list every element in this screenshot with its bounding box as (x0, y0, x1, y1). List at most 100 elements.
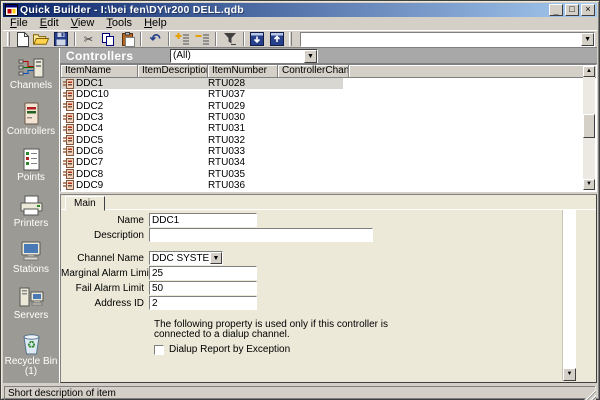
channels-icon (16, 56, 46, 80)
table-row[interactable]: DDC9RTU036 (61, 180, 596, 191)
undo-button[interactable]: ↶ (145, 31, 165, 47)
table-row[interactable]: DDC8RTU035 (61, 168, 596, 179)
add-item-button[interactable] (173, 31, 193, 47)
chevron-down-icon[interactable]: ▼ (581, 33, 594, 46)
name-field[interactable] (149, 213, 257, 227)
scroll-up-icon[interactable]: ▲ (583, 66, 595, 77)
save-button[interactable] (51, 31, 71, 47)
channel-name-value: DDC SYSTEM (150, 253, 210, 264)
controllers-icon (16, 102, 46, 126)
sidebar-item-label: Channels (4, 81, 58, 91)
filter-value: (All) (171, 50, 304, 62)
toolbar-separator (140, 32, 142, 46)
filter-button[interactable] (220, 31, 240, 47)
panel-scroll-down-icon[interactable]: ▼ (563, 368, 576, 381)
sidebar-item-channels[interactable]: Channels (3, 56, 59, 91)
menu-tools[interactable]: Tools (100, 17, 138, 30)
cut-button[interactable]: ✂ (79, 31, 99, 47)
table-row[interactable]: DDC5RTU032 (61, 134, 596, 145)
chevron-down-icon[interactable]: ▼ (304, 50, 317, 63)
copy-button[interactable] (98, 31, 118, 47)
name-label: Name (61, 215, 149, 226)
table-row[interactable]: DDC1 RTU028 (61, 78, 596, 89)
maximize-button[interactable]: □ (565, 4, 579, 16)
controller-item-icon (63, 113, 74, 123)
menu-file[interactable]: File (4, 17, 34, 30)
item-name: DDC2 (76, 101, 103, 112)
address-id-label: Address ID (61, 298, 149, 309)
chevron-down-icon[interactable]: ▼ (210, 252, 222, 264)
table-row[interactable]: DDC7RTU034 (61, 157, 596, 168)
controller-item-icon (63, 90, 74, 100)
panel-vertical-scrollbar[interactable]: ▼ (562, 210, 576, 381)
controller-item-icon (63, 169, 74, 179)
channel-name-select[interactable]: DDC SYSTEM▼ (149, 251, 223, 265)
address-id-field[interactable] (149, 296, 257, 310)
column-header-3[interactable]: ControllerChann... (278, 65, 349, 78)
download-button[interactable] (248, 31, 268, 47)
controller-item-icon (63, 180, 74, 190)
column-header-1[interactable]: ItemDescription (138, 65, 208, 78)
table-row[interactable]: DDC6 RTU033 (61, 146, 596, 157)
field-row-marginal-alarm-limit: Marginal Alarm Limit (61, 266, 596, 280)
item-name-cell: DDC6 (61, 146, 138, 157)
column-header-2[interactable]: ItemNumber (208, 65, 278, 78)
close-button[interactable]: × (581, 4, 595, 16)
table-row[interactable]: DDC2RTU029 (61, 101, 596, 112)
field-row-name: Name (61, 213, 596, 227)
sidebar-item-points[interactable]: Points (3, 148, 59, 183)
window-title: Quick Builder - I:\bei fen\DY\r200 DELL.… (20, 4, 547, 16)
toolbar-combobox[interactable]: ▼ (300, 32, 595, 47)
sidebar-item-controllers[interactable]: Controllers (3, 102, 59, 137)
stations-icon (16, 240, 46, 264)
toolbar-grip[interactable] (289, 32, 292, 46)
item-number-cell: RTU033 (208, 146, 278, 157)
menu-help[interactable]: Help (138, 17, 173, 30)
sidebar-item-recycle-bin-1[interactable]: ♻Recycle Bin (1) (3, 332, 59, 377)
column-header-0[interactable]: ItemName (61, 65, 138, 78)
fail-alarm-limit-label: Fail Alarm Limit (61, 283, 149, 294)
item-number-cell: RTU032 (208, 135, 278, 146)
open-button[interactable] (32, 31, 52, 47)
menu-view[interactable]: View (65, 17, 101, 30)
description-field[interactable] (149, 228, 373, 242)
servers-icon (16, 286, 46, 310)
upload-button[interactable] (267, 31, 287, 47)
item-name-cell: DDC10 (61, 89, 138, 100)
fail-alarm-limit-field[interactable] (149, 281, 257, 295)
item-name-cell: DDC8 (61, 169, 138, 180)
scrollbar-thumb[interactable] (583, 114, 595, 138)
sidebar-item-servers[interactable]: Servers (3, 286, 59, 321)
table-row[interactable]: DDC10RTU037 (61, 89, 596, 100)
table-row[interactable]: DDC4RTU031 (61, 123, 596, 134)
list-vertical-scrollbar[interactable]: ▲ ▼ (583, 66, 595, 190)
sidebar-item-stations[interactable]: Stations (3, 240, 59, 275)
field-row-description: Description (61, 228, 596, 242)
item-number-cell: RTU028 (208, 78, 278, 89)
controller-item-icon (63, 135, 74, 145)
sidebar-item-printers[interactable]: Printers (3, 194, 59, 229)
menu-edit[interactable]: Edit (34, 17, 65, 30)
svg-text:♻: ♻ (27, 340, 36, 351)
printers-icon (16, 194, 46, 218)
scroll-down-icon[interactable]: ▼ (583, 179, 595, 190)
controller-item-icon (63, 79, 74, 89)
controllers-list: ItemNameItemDescriptionItemNumberControl… (60, 64, 597, 192)
dialup-report-checkbox[interactable] (154, 345, 164, 355)
filter-dropdown[interactable]: (All) ▼ (170, 49, 318, 63)
tab-main[interactable]: Main (65, 196, 105, 211)
paste-button[interactable] (118, 31, 138, 47)
marginal-alarm-limit-field[interactable] (149, 266, 257, 280)
sidebar: Channels Controllers Points Printers Station… (3, 48, 60, 383)
item-name-cell: DDC1 (61, 78, 138, 89)
minimize-button[interactable]: _ (549, 4, 563, 16)
toolbar-grip[interactable] (7, 32, 10, 46)
new-button[interactable] (12, 31, 32, 47)
field-row-fail-alarm-limit: Fail Alarm Limit (61, 281, 596, 295)
item-name-cell: DDC2 (61, 101, 138, 112)
remove-item-button[interactable] (192, 31, 212, 47)
item-name: DDC7 (76, 157, 103, 168)
table-row[interactable]: DDC3RTU030 (61, 112, 596, 123)
marginal-alarm-limit-label: Marginal Alarm Limit (61, 268, 149, 279)
title-bar: Quick Builder - I:\bei fen\DY\r200 DELL.… (3, 3, 597, 17)
